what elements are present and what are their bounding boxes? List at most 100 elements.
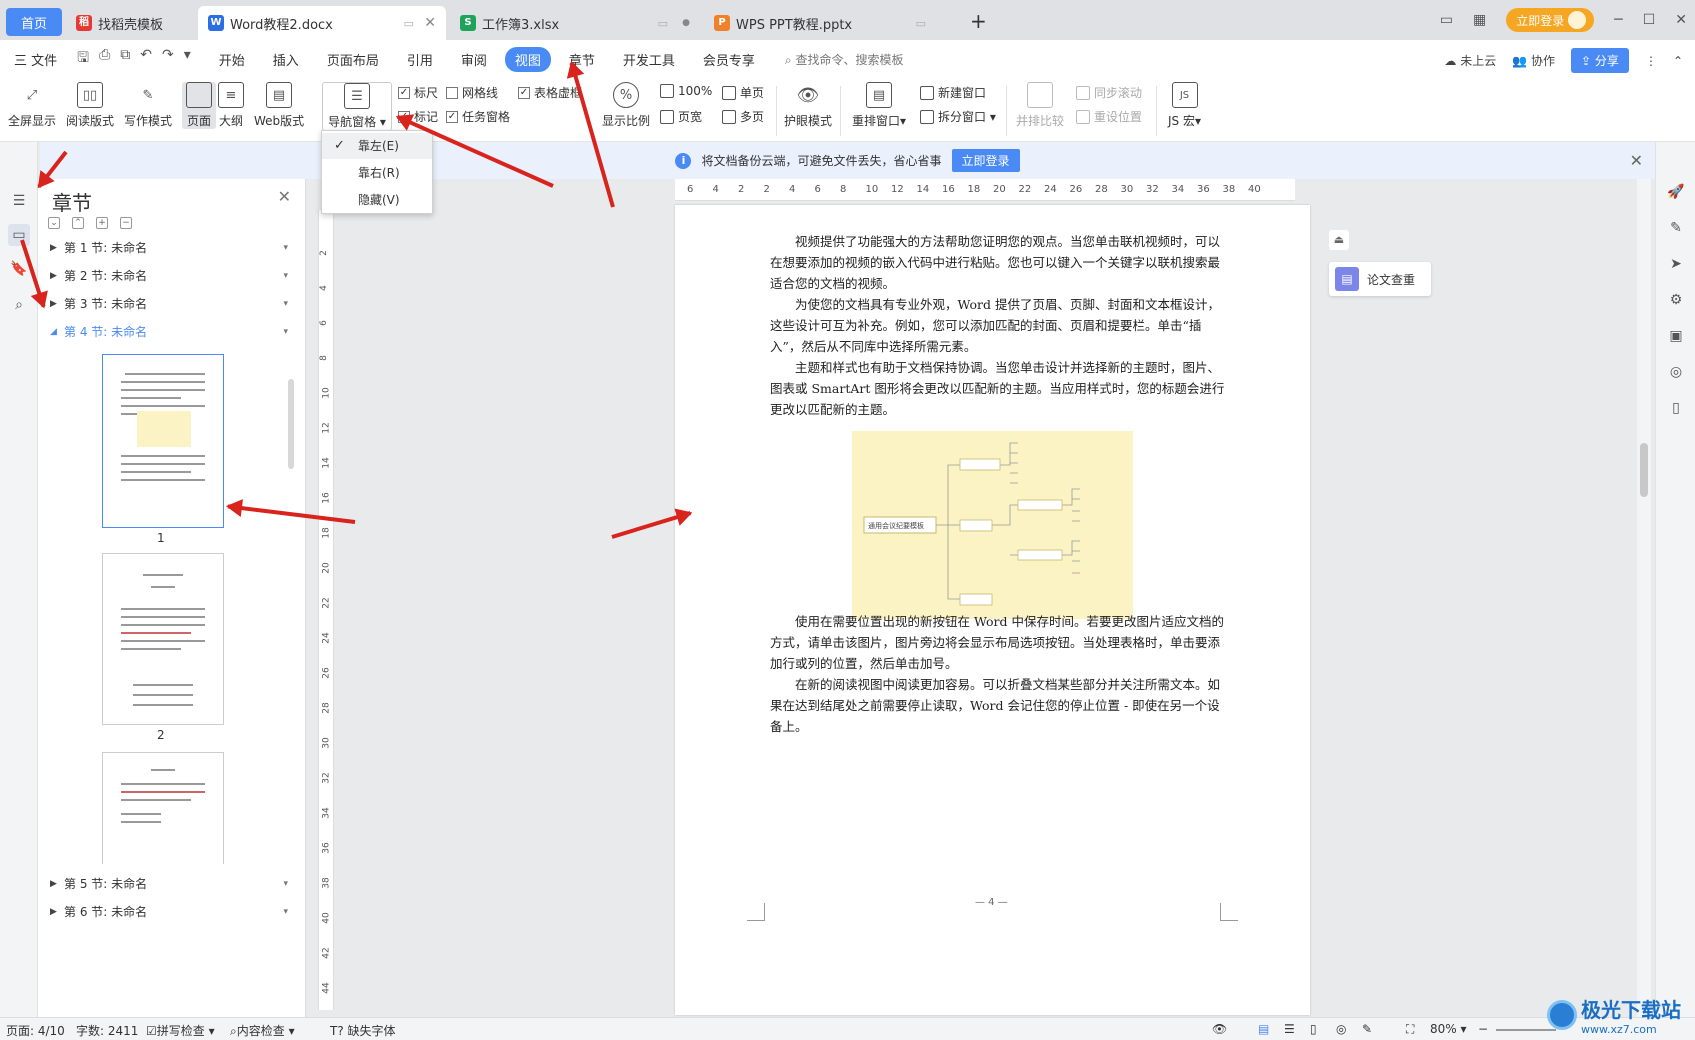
chevron-down-icon[interactable]: ▾	[283, 907, 288, 917]
chevron-down-icon[interactable]: ▾	[283, 327, 288, 337]
section-item-2[interactable]: ▶ 第 2 节: 未命名 ▾	[50, 267, 288, 284]
zoom-button[interactable]: % 显示比例	[602, 82, 650, 129]
book-open-icon[interactable]: ▯	[1667, 400, 1685, 418]
side-by-side-button[interactable]: 并排比较	[1016, 82, 1064, 129]
document-scrollbar[interactable]	[1637, 179, 1651, 1017]
menu-start[interactable]: 开始	[205, 50, 259, 69]
menu-developer[interactable]: 开发工具	[609, 50, 689, 69]
close-icon[interactable]: ✕	[278, 187, 291, 206]
apps-grid-icon[interactable]: ▦	[1473, 12, 1486, 28]
section-item-5[interactable]: ▶ 第 5 节: 未命名 ▾	[50, 875, 288, 892]
zoom-level-dropdown[interactable]: 80% ▾	[1430, 1022, 1467, 1036]
more-options-icon[interactable]: ⋮	[1645, 54, 1657, 68]
web-view-button[interactable]: ▤ Web版式	[254, 82, 304, 129]
collapse-panel-icon[interactable]: ⏏	[1329, 230, 1349, 250]
pin-icon[interactable]: ▭	[658, 17, 668, 30]
plagiarism-check-button[interactable]: ▤ 论文查重	[1329, 262, 1431, 296]
section-item-6[interactable]: ▶ 第 6 节: 未命名 ▾	[50, 903, 288, 920]
multi-page-button[interactable]: 多页	[722, 108, 764, 125]
menu-page-layout[interactable]: 页面布局	[313, 50, 393, 69]
js-macro-button[interactable]: JS JS 宏▾	[1168, 82, 1201, 129]
new-tab-button[interactable]: +	[960, 4, 997, 38]
share-button[interactable]: ⇪ 分享	[1571, 48, 1629, 73]
page-view-button[interactable]: 页面	[182, 82, 216, 129]
page-width-button[interactable]: 页宽	[660, 108, 702, 125]
chevron-down-icon[interactable]: ▾	[283, 299, 288, 309]
section-item-3[interactable]: ▶ 第 3 节: 未命名 ▾	[50, 295, 288, 312]
cursor-icon[interactable]: ➤	[1667, 256, 1685, 274]
single-page-button[interactable]: 单页	[722, 84, 764, 101]
reading-mode-button[interactable]: ▯▯ 阅读版式	[66, 82, 114, 129]
file-menu[interactable]: 三 文件	[0, 50, 71, 69]
mindmap-image[interactable]: 通用会议纪要模板	[852, 431, 1133, 619]
menu-item-dock-left[interactable]: ✓ 靠左(E)	[322, 133, 432, 159]
page-view-icon[interactable]: ▤	[1258, 1022, 1269, 1036]
nav-pane-button[interactable]: ☰ 导航窗格 ▾	[322, 82, 392, 131]
reading-view-icon[interactable]: ▯	[1310, 1022, 1317, 1036]
chevron-down-icon[interactable]: ▾	[283, 271, 288, 281]
undo-icon[interactable]: ↶	[140, 47, 152, 71]
cloud-status[interactable]: ☁ 未上云	[1444, 52, 1496, 69]
tab-ppt[interactable]: P WPS PPT教程.pptx ▭	[704, 6, 954, 40]
more-icon[interactable]: ▾	[184, 47, 191, 71]
split-window-button[interactable]: 拆分窗口 ▾	[920, 108, 996, 125]
close-tab-icon[interactable]: ✕	[424, 15, 436, 31]
close-window-icon[interactable]: ✕	[1675, 12, 1687, 28]
print-icon[interactable]: ⎙	[99, 47, 110, 71]
menu-references[interactable]: 引用	[393, 50, 447, 69]
collab-button[interactable]: 👥 协作	[1512, 52, 1555, 69]
save-icon[interactable]: 🖫	[77, 47, 89, 71]
chevron-down-icon[interactable]: ▾	[283, 243, 288, 253]
collapse-ribbon-icon[interactable]: ⌃	[1673, 54, 1683, 68]
menu-review[interactable]: 审阅	[447, 50, 501, 69]
reset-position-button[interactable]: 重设位置	[1076, 108, 1142, 125]
menu-view[interactable]: 视图	[504, 46, 551, 72]
gridlines-checkbox[interactable]: 网格线	[446, 84, 498, 101]
image-icon[interactable]: ▣	[1667, 328, 1685, 346]
writing-view-icon[interactable]: ✎	[1362, 1022, 1372, 1036]
page-count[interactable]: 页面: 4/10	[6, 1022, 65, 1039]
page-thumbnail-3[interactable]	[102, 752, 224, 864]
pin-icon[interactable]: ▭	[404, 17, 414, 30]
add-section-icon[interactable]: +	[96, 217, 108, 229]
menu-item-hide[interactable]: 隐藏(V)	[322, 187, 432, 213]
login-button[interactable]: 立即登录	[1506, 8, 1595, 32]
eye-care-button[interactable]: 👁 护眼模式	[784, 82, 832, 129]
outline-view-icon[interactable]: ☰	[1284, 1022, 1295, 1036]
eye-icon[interactable]: 👁	[1212, 1022, 1227, 1036]
task-pane-checkbox[interactable]: ✓ 任务窗格	[446, 108, 510, 125]
new-window-button[interactable]: 新建窗口	[920, 84, 986, 101]
menu-member[interactable]: 会员专享	[689, 50, 769, 69]
zoom-out-icon[interactable]: −	[1478, 1022, 1488, 1036]
tab-excel[interactable]: S 工作簿3.xlsx ▭ ●	[450, 6, 700, 40]
menu-insert[interactable]: 插入	[259, 50, 313, 69]
rearrange-windows-button[interactable]: ▤ 重排窗口▾	[852, 82, 906, 129]
tab-home[interactable]: 首页	[6, 8, 62, 36]
tab-templates[interactable]: 稻 找稻壳模板	[66, 6, 196, 40]
document-page[interactable]: 视频提供了功能强大的方法帮助您证明您的观点。当您单击联机视频时，可以在想要添加的…	[675, 205, 1310, 1015]
search-icon[interactable]: ⌕	[8, 294, 30, 316]
layout-icon[interactable]: ▭	[1440, 12, 1453, 28]
writing-mode-button[interactable]: ✎ 写作模式	[124, 82, 172, 129]
outline-pane-icon[interactable]: ☰	[8, 190, 30, 212]
zoom-100-button[interactable]: 100%	[660, 84, 712, 98]
content-check-button[interactable]: ⌕内容检查 ▾	[230, 1022, 295, 1039]
command-search[interactable]: ⌕ 查找命令、搜索模板	[785, 51, 904, 68]
ruler-checkbox[interactable]: ✓ 标尺	[398, 84, 438, 101]
pin-icon[interactable]: ▭	[916, 17, 926, 30]
sync-scroll-button[interactable]: 同步滚动	[1076, 84, 1142, 101]
collapse-all-icon[interactable]: ⌄	[48, 217, 60, 229]
preview-icon[interactable]: ⧉	[120, 47, 130, 71]
table-gridlines-checkbox[interactable]: ✓ 表格虚框	[518, 84, 582, 101]
missing-font-button[interactable]: T? 缺失字体	[330, 1022, 396, 1039]
fit-page-icon[interactable]: ⛶	[1406, 1022, 1414, 1037]
expand-all-icon[interactable]: ⌃	[72, 217, 84, 229]
fullscreen-button[interactable]: ⤢ 全屏显示	[8, 82, 56, 129]
notice-login-button[interactable]: 立即登录	[951, 149, 1020, 172]
chevron-down-icon[interactable]: ▾	[283, 879, 288, 889]
close-icon[interactable]: ✕	[1630, 151, 1643, 170]
remove-section-icon[interactable]: −	[120, 217, 132, 229]
nav-scrollbar[interactable]	[288, 379, 294, 469]
pen-icon[interactable]: ✎	[1667, 220, 1685, 238]
section-item-1[interactable]: ▶ 第 1 节: 未命名 ▾	[50, 239, 288, 256]
